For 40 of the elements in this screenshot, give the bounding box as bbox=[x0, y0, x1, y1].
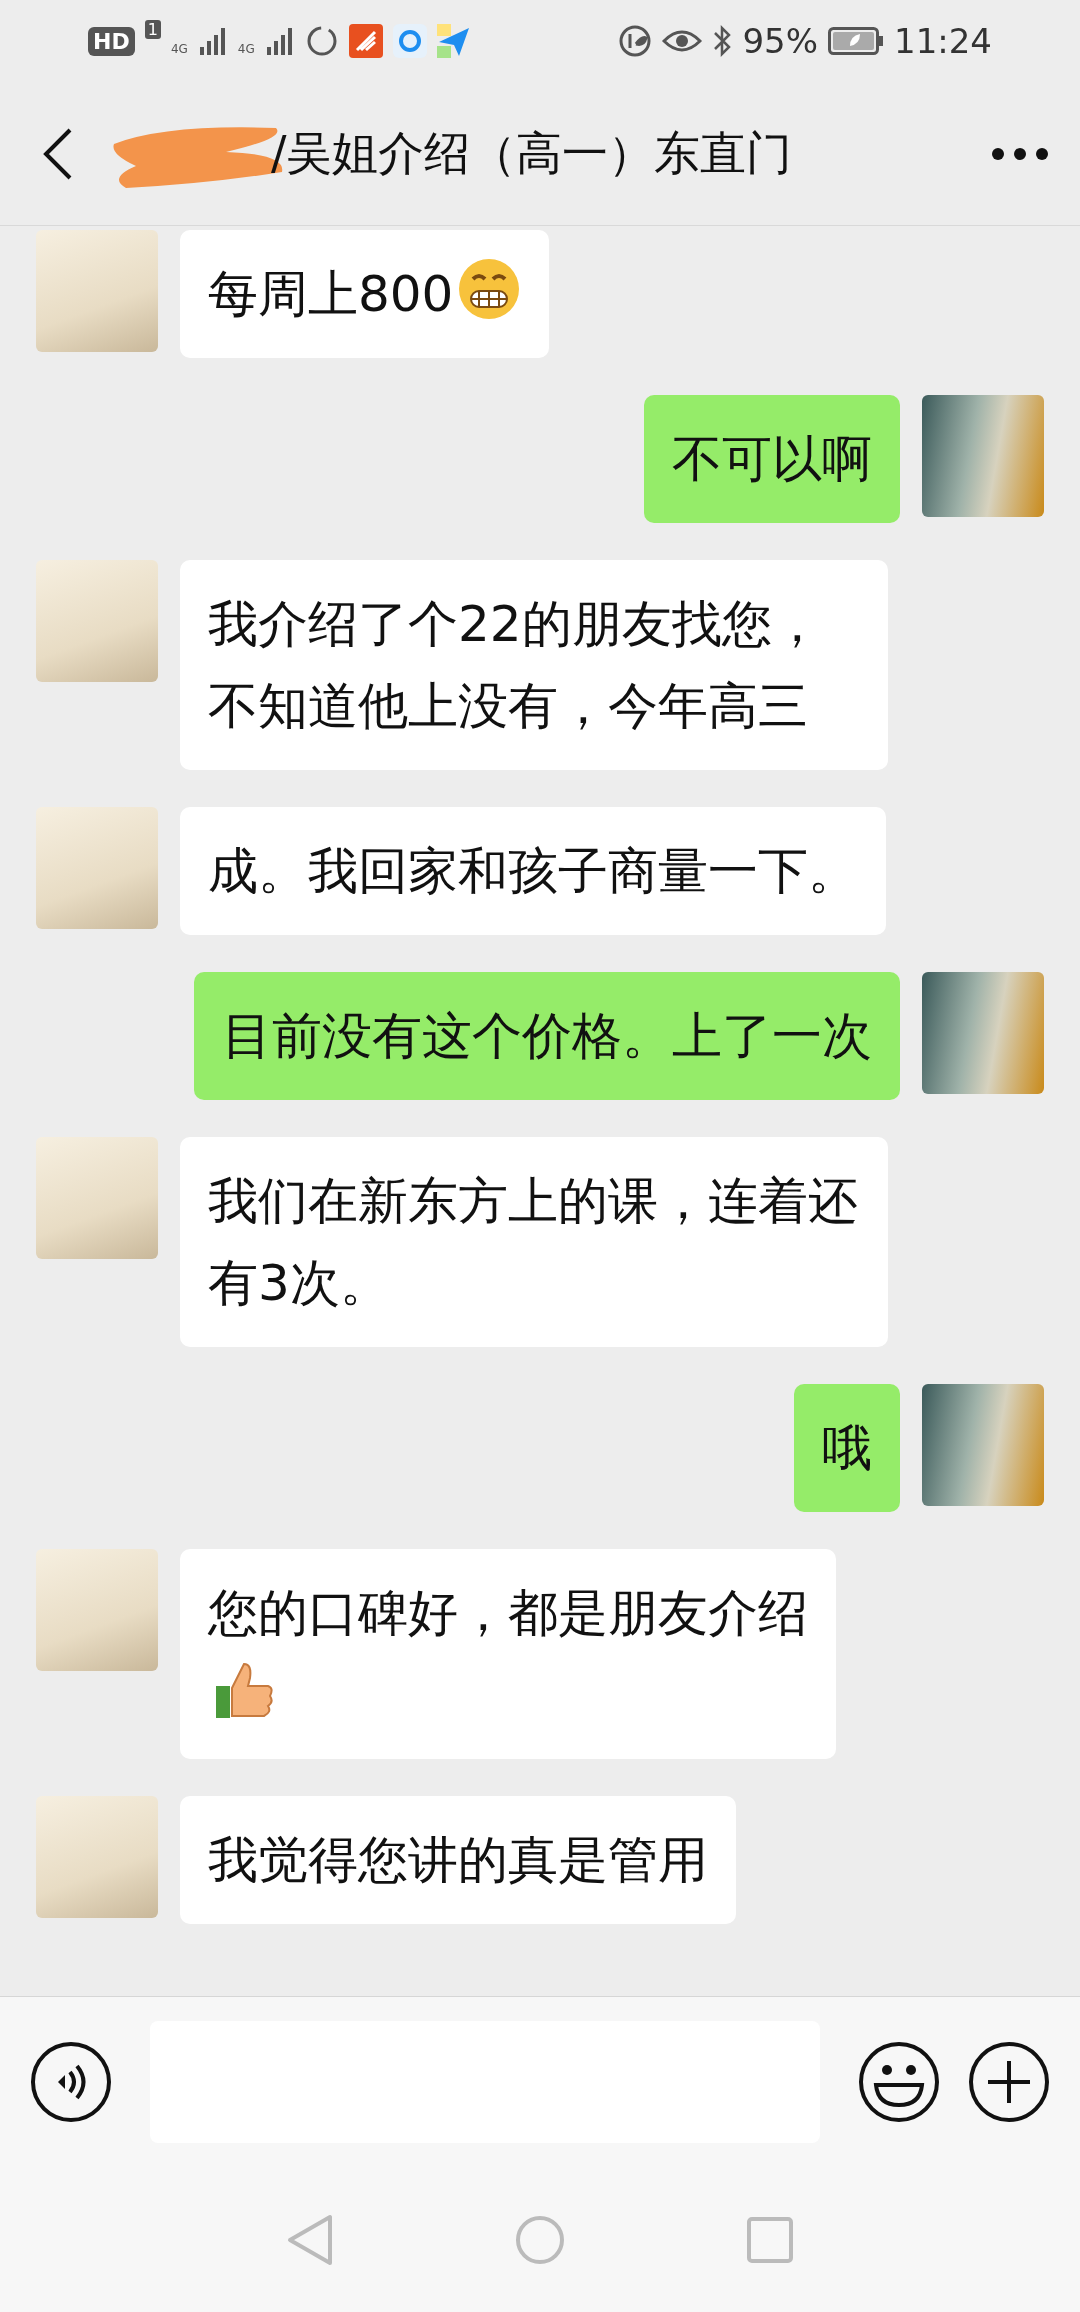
bluetooth-icon bbox=[712, 24, 733, 58]
sim-slot-label: 1 bbox=[144, 19, 161, 39]
app-notification-icon bbox=[348, 24, 383, 58]
contact-avatar-image[interactable] bbox=[36, 230, 158, 352]
chat-title: /吴姐介绍（高一）东直门 bbox=[271, 124, 794, 182]
network-type-label: 4G bbox=[170, 41, 188, 56]
recents-square-icon[interactable] bbox=[746, 2215, 794, 2264]
contact-avatar-image[interactable] bbox=[36, 1549, 158, 1671]
more-options-icon[interactable] bbox=[990, 145, 1050, 162]
network-type-label: 4G bbox=[237, 41, 255, 56]
emoji-face-icon[interactable] bbox=[858, 2041, 940, 2123]
home-circle-icon[interactable] bbox=[514, 2213, 566, 2266]
signal-icon bbox=[197, 25, 228, 57]
message-bubble: 不可以啊 bbox=[644, 395, 900, 523]
battery-icon bbox=[828, 27, 884, 55]
plus-icon[interactable] bbox=[968, 2041, 1050, 2123]
message-bubble: 目前没有这个价格。上了一次 bbox=[194, 972, 900, 1100]
paper-plane-icon bbox=[436, 24, 471, 58]
message-bubble: 我介绍了个22的朋友找您，不知道他上没有，今年高三 bbox=[180, 560, 888, 770]
battery-percentage: 95% bbox=[742, 21, 818, 61]
voice-input-icon[interactable] bbox=[30, 2041, 112, 2123]
clock-time: 11:24 bbox=[894, 21, 992, 61]
message-bubble: 您的口碑好，都是朋友介绍 bbox=[180, 1549, 836, 1759]
app-notification-icon bbox=[392, 24, 427, 58]
own-avatar-image[interactable] bbox=[922, 1384, 1044, 1506]
contact-avatar-image[interactable] bbox=[36, 1137, 158, 1259]
message-bubble: 每周上800 bbox=[180, 230, 550, 358]
message-bubble: 成。我回家和孩子商量一下。 bbox=[180, 807, 886, 935]
contact-avatar-image[interactable] bbox=[36, 560, 158, 682]
contact-avatar-image[interactable] bbox=[36, 1796, 158, 1918]
message-bubble: 我们在新东方上的课，连着还有3次。 bbox=[180, 1137, 888, 1347]
own-avatar-image[interactable] bbox=[922, 972, 1044, 1094]
signal-icon bbox=[264, 25, 295, 57]
data-saver-icon bbox=[618, 24, 653, 58]
hd-badge: HD bbox=[88, 26, 135, 56]
own-avatar-image[interactable] bbox=[922, 395, 1044, 517]
back-triangle-icon[interactable] bbox=[286, 2213, 334, 2266]
message-bubble: 哦 bbox=[794, 1384, 900, 1512]
contact-avatar-image[interactable] bbox=[36, 807, 158, 929]
message-bubble: 我觉得您讲的真是管用 bbox=[180, 1796, 736, 1924]
